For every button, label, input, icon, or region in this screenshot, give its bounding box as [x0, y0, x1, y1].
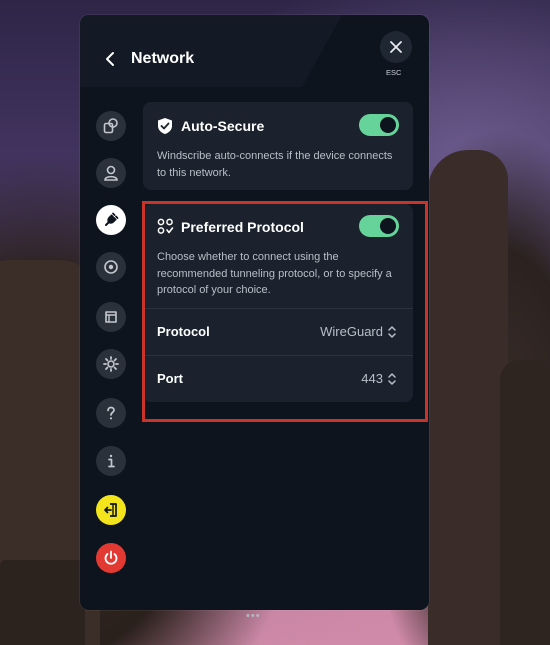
network-plug-icon	[105, 212, 119, 226]
shield-check-icon	[158, 118, 172, 134]
chevron-left-icon	[106, 52, 114, 66]
logout-icon	[104, 503, 117, 517]
sidebar-item-connection[interactable]	[96, 111, 126, 141]
chevron-updown-icon	[388, 326, 396, 338]
back-button[interactable]	[101, 49, 121, 69]
preferred-protocol-card: Preferred Protocol Choose whether to con…	[143, 204, 413, 402]
port-value: 443	[361, 371, 383, 386]
sidebar-item-about[interactable]	[96, 446, 126, 476]
account-icon	[104, 165, 118, 181]
background-rock	[0, 560, 85, 645]
gear-icon	[103, 356, 119, 372]
protocol-selector[interactable]: Protocol WireGuard	[143, 309, 413, 355]
preferred-protocol-toggle[interactable]	[359, 215, 399, 237]
preferred-protocol-title: Preferred Protocol	[181, 219, 304, 235]
cube-icon	[105, 311, 117, 323]
close-icon	[390, 41, 402, 53]
sidebar-item-quit[interactable]	[96, 543, 126, 573]
sidebar-item-logout[interactable]	[96, 495, 126, 525]
auto-secure-description: Windscribe auto-connects if the device c…	[157, 150, 393, 179]
sidebar-item-general[interactable]	[96, 349, 126, 379]
port-label: Port	[157, 371, 183, 386]
protocol-label: Protocol	[157, 324, 210, 339]
help-icon	[107, 406, 115, 420]
background-rock	[500, 360, 550, 645]
sidebar-item-help[interactable]	[96, 398, 126, 428]
protocol-icon	[157, 218, 174, 234]
background-rock	[428, 150, 508, 645]
preferred-protocol-description: Choose whether to connect using the reco…	[157, 251, 392, 296]
protocol-value: WireGuard	[320, 324, 383, 339]
power-icon	[104, 550, 118, 565]
esc-hint: ESC	[386, 68, 402, 77]
auto-secure-toggle[interactable]	[359, 114, 399, 136]
sidebar-item-account[interactable]	[96, 158, 126, 188]
port-selector[interactable]: Port 443	[143, 356, 413, 402]
sidebar-item-robert[interactable]	[96, 252, 126, 282]
page-title: Network	[131, 50, 195, 67]
chevron-updown-icon	[388, 373, 396, 385]
sidebar-item-cube[interactable]	[96, 302, 126, 332]
auto-secure-card: Auto-Secure Windscribe auto-connects if …	[143, 102, 413, 190]
resize-handle[interactable]: •••	[246, 611, 261, 622]
auto-secure-title: Auto-Secure	[181, 118, 265, 134]
sidebar-item-network[interactable]	[96, 205, 126, 235]
close-button[interactable]	[380, 31, 412, 63]
target-icon	[104, 260, 118, 274]
connection-icon	[103, 118, 118, 134]
info-icon	[108, 454, 115, 468]
